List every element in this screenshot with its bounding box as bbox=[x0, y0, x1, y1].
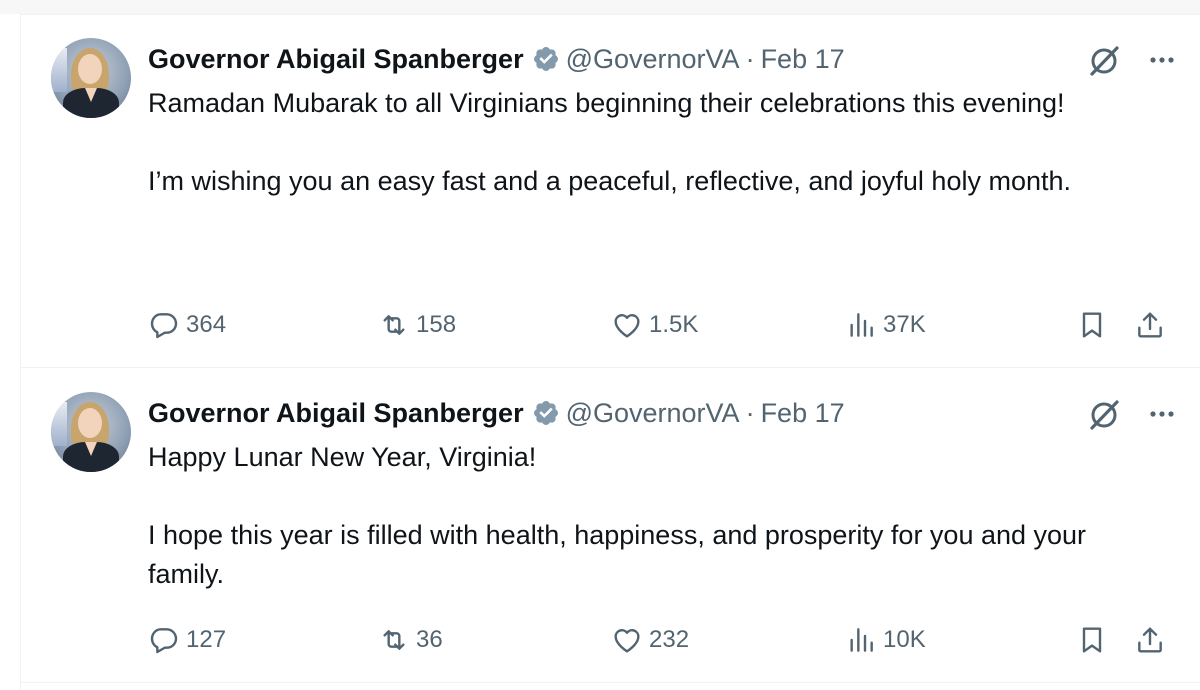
reply-button[interactable]: 127 bbox=[148, 620, 226, 660]
share-icon bbox=[1138, 312, 1162, 338]
avatar[interactable] bbox=[51, 38, 131, 118]
tweet[interactable]: Governor Abigail Spanberger @GovernorVA … bbox=[20, 368, 1200, 682]
author-name[interactable]: Governor Abigail Spanberger bbox=[148, 42, 524, 76]
timeline: Governor Abigail Spanberger @GovernorVA … bbox=[0, 0, 1200, 690]
like-button[interactable]: 232 bbox=[611, 620, 689, 660]
heart-icon bbox=[614, 629, 640, 653]
views-button[interactable]: 37K bbox=[845, 305, 926, 345]
like-count: 232 bbox=[649, 626, 690, 653]
author-handle[interactable]: @GovernorVA bbox=[566, 396, 740, 430]
dot-separator: · bbox=[745, 398, 755, 428]
like-count: 1.5K bbox=[649, 311, 699, 338]
share-button[interactable] bbox=[1134, 305, 1166, 345]
tweet-header: Governor Abigail Spanberger @GovernorVA … bbox=[148, 42, 845, 76]
more-icon[interactable] bbox=[1142, 394, 1182, 434]
author-name[interactable]: Governor Abigail Spanberger bbox=[148, 396, 524, 430]
repost-icon bbox=[383, 630, 405, 650]
avatar[interactable] bbox=[51, 392, 131, 472]
divider bbox=[20, 682, 1200, 683]
top-strip bbox=[0, 0, 1200, 14]
repost-count: 158 bbox=[416, 311, 457, 338]
reply-icon bbox=[150, 628, 178, 654]
tweet-actions: 127 36 232 10K bbox=[148, 620, 1188, 660]
share-icon bbox=[1138, 627, 1162, 653]
tweet-paragraph: Ramadan Mubarak to all Virginians beginn… bbox=[148, 88, 1065, 118]
more-icon[interactable] bbox=[1142, 40, 1182, 80]
reply-button[interactable]: 364 bbox=[148, 305, 226, 345]
repost-count: 36 bbox=[416, 626, 443, 653]
reply-icon bbox=[150, 313, 178, 339]
grok-icon[interactable] bbox=[1084, 40, 1124, 80]
verified-badge-icon[interactable] bbox=[532, 45, 560, 73]
tweet-text: Ramadan Mubarak to all Virginians beginn… bbox=[148, 84, 1168, 201]
bookmark-button[interactable] bbox=[1076, 305, 1108, 345]
verified-badge-icon[interactable] bbox=[532, 399, 560, 427]
tweet-header: Governor Abigail Spanberger @GovernorVA … bbox=[148, 396, 845, 430]
tweet-paragraph: I hope this year is filled with health, … bbox=[148, 520, 1087, 589]
share-button[interactable] bbox=[1134, 620, 1166, 660]
tweet-date[interactable]: Feb 17 bbox=[761, 396, 845, 430]
repost-icon bbox=[383, 315, 405, 335]
bookmark-icon bbox=[1082, 312, 1102, 338]
tweet-date[interactable]: Feb 17 bbox=[761, 42, 845, 76]
reply-count: 364 bbox=[186, 311, 227, 338]
bookmark-button[interactable] bbox=[1076, 620, 1108, 660]
reply-count: 127 bbox=[186, 626, 227, 653]
flag-graphic bbox=[51, 48, 67, 92]
views-icon bbox=[850, 628, 873, 652]
tweet-text: Happy Lunar New Year, Virginia! I hope t… bbox=[148, 438, 1168, 594]
heart-icon bbox=[614, 314, 640, 338]
repost-button[interactable]: 36 bbox=[378, 620, 443, 660]
author-handle[interactable]: @GovernorVA bbox=[566, 42, 740, 76]
tweet-paragraph: I’m wishing you an easy fast and a peace… bbox=[148, 166, 1072, 196]
tweet[interactable]: Governor Abigail Spanberger @GovernorVA … bbox=[20, 14, 1200, 367]
tweet-actions: 364 158 1.5K 37K bbox=[148, 305, 1188, 345]
like-button[interactable]: 1.5K bbox=[611, 305, 698, 345]
flag-graphic bbox=[51, 402, 67, 446]
views-icon bbox=[850, 313, 873, 337]
tweet-paragraph: Happy Lunar New Year, Virginia! bbox=[148, 442, 537, 472]
grok-icon[interactable] bbox=[1084, 394, 1124, 434]
repost-button[interactable]: 158 bbox=[378, 305, 456, 345]
views-count: 37K bbox=[883, 311, 926, 338]
views-button[interactable]: 10K bbox=[845, 620, 926, 660]
views-count: 10K bbox=[883, 626, 926, 653]
bookmark-icon bbox=[1082, 627, 1102, 653]
dot-separator: · bbox=[745, 44, 755, 74]
